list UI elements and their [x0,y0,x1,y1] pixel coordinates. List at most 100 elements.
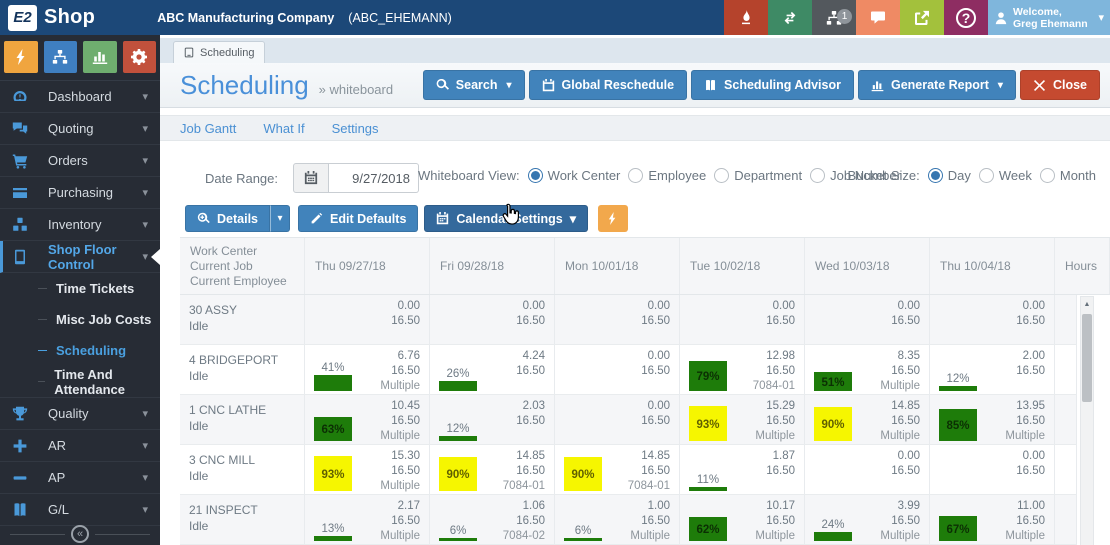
sidebar-item-dashboard[interactable]: Dashboard ▾ [0,81,160,113]
work-center-cell[interactable]: 1 CNC LATHE Idle [180,395,305,444]
schedule-cell[interactable]: 62% 10.17 16.50 Multiple [680,495,805,544]
schedule-cell[interactable]: 0.00 16.50 [680,295,805,344]
sidebar-item-quoting[interactable]: Quoting ▾ [0,113,160,145]
external-link-icon[interactable] [900,0,944,35]
scrollbar-thumb[interactable] [1082,314,1092,402]
whiteboard-view-employee-radio[interactable]: Employee [628,168,706,183]
schedule-cell[interactable]: 90% 14.85 16.50 7084-01 [430,445,555,494]
schedule-cell[interactable]: 67% 11.00 16.50 Multiple [930,495,1055,544]
quick-action-bolt-button[interactable] [597,205,628,232]
details-button[interactable]: Details [185,205,270,232]
sidebar-item-inventory[interactable]: Inventory ▾ [0,209,160,241]
edit-defaults-button[interactable]: Edit Defaults [298,205,419,232]
schedule-cell[interactable]: 0.00 16.50 [805,445,930,494]
subnav-settings[interactable]: Settings [332,121,379,136]
schedule-cell[interactable]: 90% 14.85 16.50 7084-01 [555,445,680,494]
tab-scheduling[interactable]: Scheduling [173,41,266,63]
gears-quick-button[interactable] [122,41,156,73]
search-button[interactable]: Search ▾ [422,70,525,100]
schedule-cell[interactable]: 6% 1.00 16.50 Multiple [555,495,680,544]
refresh-icon[interactable] [768,0,812,35]
sidebar-subitem-time-and-attendance[interactable]: Time And Attendance [0,366,160,397]
generate-report-button[interactable]: Generate Report ▾ [857,70,1016,100]
schedule-cell[interactable]: 0.00 16.50 [555,295,680,344]
chat-icon[interactable] [856,0,900,35]
schedule-cell[interactable]: 93% 15.29 16.50 Multiple [680,395,805,444]
schedule-cell[interactable]: 0.00 16.50 [930,295,1055,344]
schedule-cell[interactable]: 12% 2.03 16.50 [430,395,555,444]
sidebar-item-orders[interactable]: Orders ▾ [0,145,160,177]
schedule-cell[interactable]: 13% 2.17 16.50 Multiple [305,495,430,544]
schedule-cell[interactable]: 0.00 16.50 [555,345,680,394]
schedule-cell[interactable]: 26% 4.24 16.50 [430,345,555,394]
utilization-percent: 90% [821,419,845,431]
bucket-size-day-radio[interactable]: Day [927,168,971,183]
user-menu[interactable]: Welcome, Greg Ehemann ▾ [988,0,1110,35]
sidebar-item-ap[interactable]: AP ▾ [0,462,160,494]
details-dropdown-caret[interactable]: ▾ [270,205,290,232]
schedule-cell[interactable]: 12% 2.00 16.50 [930,345,1055,394]
scroll-up-arrow[interactable]: ▲ [1081,297,1093,312]
pencil-icon [311,212,323,224]
schedule-cell[interactable]: 51% 8.35 16.50 Multiple [805,345,930,394]
vertical-scrollbar[interactable]: ▲ [1080,296,1094,545]
minus-icon [12,470,38,486]
work-center-cell[interactable]: 30 ASSY Idle [180,295,305,344]
bolt-icon [609,212,616,225]
sidebar-subitem-time-tickets[interactable]: Time Tickets [0,273,160,304]
sidebar-item-purchasing[interactable]: Purchasing ▾ [0,177,160,209]
utilization-percent: 90% [446,469,470,481]
sidebar-subitem-misc-job-costs[interactable]: Misc Job Costs [0,304,160,335]
sidebar-subitem-scheduling[interactable]: Scheduling [0,335,160,366]
work-center-cell[interactable]: 3 CNC MILL Idle [180,445,305,494]
work-center-cell[interactable]: 4 BRIDGEPORT Idle [180,345,305,394]
date-range-input[interactable] [329,163,419,193]
sidebar-item-label: Dashboard [48,89,112,104]
sidebar-collapse-button[interactable]: « [71,525,89,543]
sidebar-item-ar[interactable]: AR ▾ [0,430,160,462]
date-picker-button[interactable] [293,163,329,193]
subnav-what-if[interactable]: What If [263,121,304,136]
help-icon[interactable]: ? [944,0,988,35]
schedule-cell[interactable]: 41% 6.76 16.50 Multiple [305,345,430,394]
sidebar-item-shop-floor-control[interactable]: Shop Floor Control ▾ [0,241,160,273]
schedule-cell[interactable]: 63% 10.45 16.50 Multiple [305,395,430,444]
tablet-icon [12,249,38,265]
work-center-cell[interactable]: 21 INSPECT Idle [180,495,305,544]
schedule-cell[interactable]: 93% 15.30 16.50 Multiple [305,445,430,494]
sidebar-item-g-l[interactable]: G/L ▾ [0,494,160,526]
whiteboard-view-department-radio[interactable]: Department [714,168,802,183]
schedule-cell[interactable]: 24% 3.99 16.50 Multiple [805,495,930,544]
sitemap-icon[interactable]: 1 [812,0,856,35]
schedule-cell[interactable]: 11% 1.87 16.50 [680,445,805,494]
global-reschedule-button[interactable]: Global Reschedule [528,70,688,100]
utilization-bar-zone: 12% [430,395,482,444]
schedule-cell[interactable]: 6% 1.06 16.50 7084-02 [430,495,555,544]
flame-icon[interactable] [724,0,768,35]
sidebar-item-label: AR [48,438,67,453]
sidebar-item-quality[interactable]: Quality ▾ [0,398,160,430]
schedule-cell[interactable]: 90% 14.85 16.50 Multiple [805,395,930,444]
bucket-size-month-radio[interactable]: Month [1039,168,1096,183]
scheduling-advisor-button[interactable]: Scheduling Advisor [691,70,854,100]
close-button[interactable]: Close [1019,70,1100,100]
chart-quick-button[interactable] [83,41,117,73]
bucket-size-week-radio[interactable]: Week [978,168,1032,183]
utilization-bar-zone [555,395,607,444]
bolt-quick-button[interactable] [4,41,38,73]
schedule-cell[interactable]: 0.00 16.50 [930,445,1055,494]
page-title: Scheduling [180,69,309,100]
calendar-settings-button[interactable]: Calendar Settings ▾ [424,205,588,232]
cell-values: 10.45 16.50 Multiple [380,400,420,442]
schedule-cell[interactable]: 0.00 16.50 [430,295,555,344]
schedule-cell[interactable]: 79% 12.98 16.50 7084-01 [680,345,805,394]
schedule-cell[interactable]: 0.00 16.50 [305,295,430,344]
radio-unselected [978,168,994,183]
subnav-job-gantt[interactable]: Job Gantt [180,121,236,136]
whiteboard-view-work-center-radio[interactable]: Work Center [527,168,620,183]
schedule-cell[interactable]: 85% 13.95 16.50 Multiple [930,395,1055,444]
schedule-cell[interactable]: 0.00 16.50 [555,395,680,444]
sitemap-quick-button[interactable] [43,41,77,73]
schedule-cell[interactable]: 0.00 16.50 [805,295,930,344]
cart-icon [12,153,38,169]
